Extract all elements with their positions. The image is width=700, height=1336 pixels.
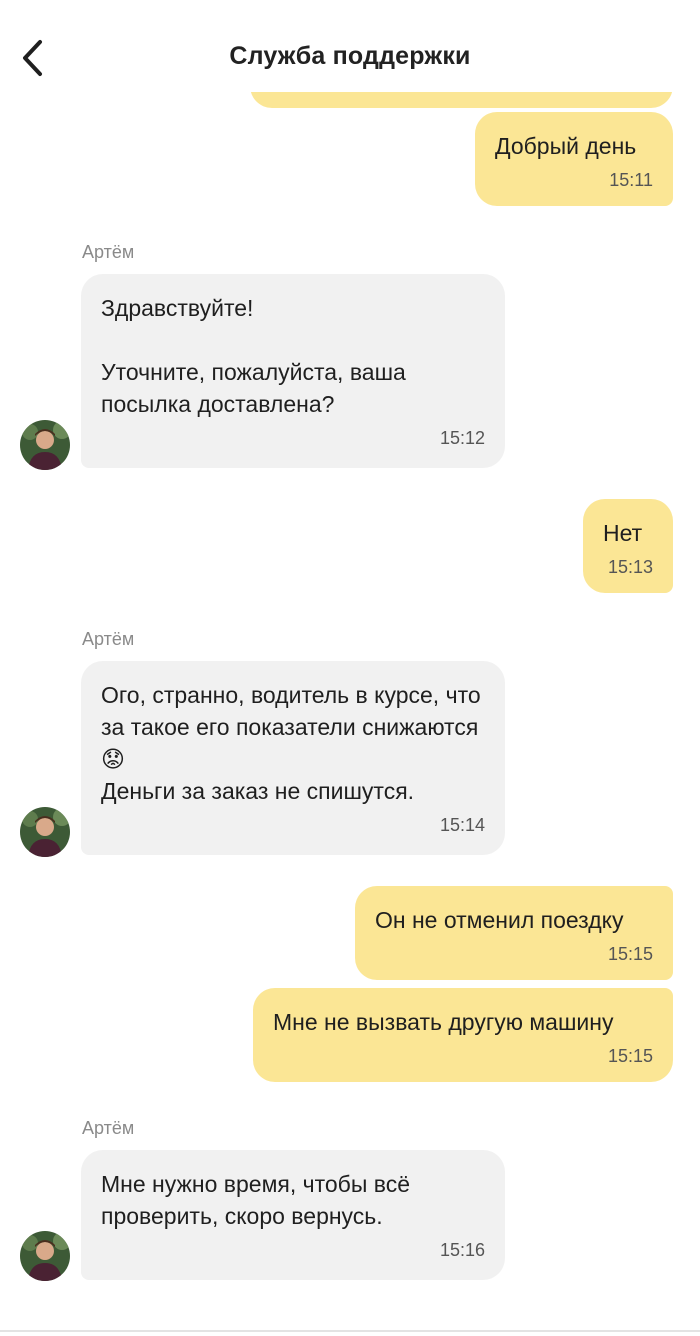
chat-header: Служба поддержки — [0, 0, 700, 92]
avatar-photo — [20, 1231, 70, 1281]
message-text: Здравствуйте! Уточните, пожалуйста, ваша… — [101, 295, 406, 417]
avatar-photo — [20, 807, 70, 857]
message-time: 15:12 — [439, 428, 485, 448]
page-title: Служба поддержки — [229, 42, 471, 70]
message-incoming[interactable]: Здравствуйте! Уточните, пожалуйста, ваша… — [81, 274, 505, 468]
message-outgoing[interactable]: Нет 15:13 — [583, 499, 673, 593]
message-text: Деньги за заказ не спишутся. — [101, 778, 415, 804]
message-time: 15:15 — [607, 944, 653, 964]
message-time: 15:13 — [607, 557, 653, 577]
message-outgoing[interactable]: Он не отменил поездку 15:15 — [355, 886, 673, 980]
message-time: 15:15 — [607, 1046, 653, 1066]
message-incoming[interactable]: Мне нужно время, чтобы всё проверить, ск… — [81, 1150, 505, 1280]
message-text: Добрый день — [495, 133, 637, 159]
sender-name: Артём — [82, 1118, 135, 1138]
avatar-photo — [20, 420, 70, 470]
message-outgoing[interactable]: Добрый день 15:11 — [475, 112, 673, 206]
message-time: 15:11 — [609, 170, 653, 190]
message-text: Он не отменил поездку — [375, 907, 624, 933]
message-time: 15:16 — [439, 1240, 485, 1260]
message-text: Мне не вызвать другую машину — [273, 1009, 614, 1035]
avatar[interactable] — [20, 1231, 70, 1281]
sender-name: Артём — [82, 242, 135, 262]
worried-face-emoji: 😟 — [101, 746, 125, 772]
input-divider — [0, 1330, 700, 1332]
message-incoming[interactable]: Ого, странно, водитель в курсе, что за т… — [81, 661, 505, 855]
message-text: Нет — [603, 520, 643, 546]
message-text: Мне нужно время, чтобы всё проверить, ск… — [101, 1171, 411, 1229]
message-time: 15:14 — [439, 815, 485, 835]
avatar[interactable] — [20, 807, 70, 857]
avatar[interactable] — [20, 420, 70, 470]
message-text: Ого, странно, водитель в курсе, что за т… — [101, 682, 481, 740]
sender-name: Артём — [82, 629, 135, 649]
message-outgoing[interactable]: Мне не вызвать другую машину 15:15 — [253, 988, 673, 1082]
